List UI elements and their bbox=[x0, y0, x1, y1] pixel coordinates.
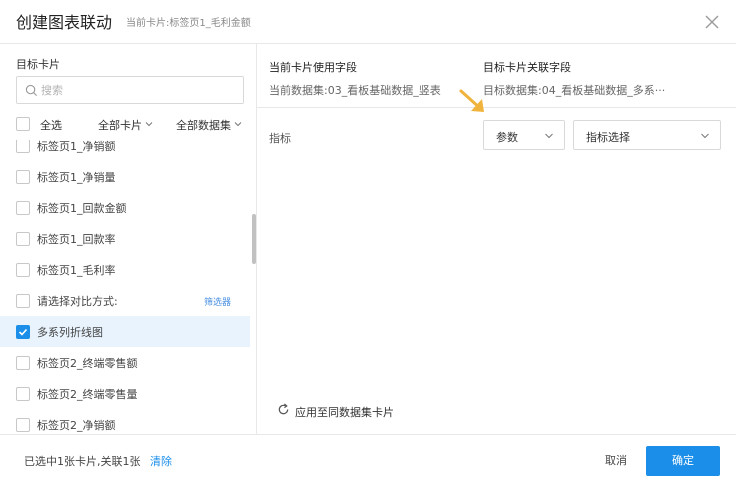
list-item[interactable]: 标签页1_净销额 bbox=[0, 140, 250, 161]
current-dataset-value: 当前数据集:03_看板基础数据_竖表 bbox=[269, 84, 441, 97]
item-checkbox[interactable] bbox=[16, 170, 30, 184]
chevron-down-icon bbox=[701, 133, 709, 139]
item-label: 请选择对比方式: bbox=[37, 295, 118, 308]
check-icon bbox=[18, 328, 28, 336]
list-item[interactable]: 标签页1_毛利率 bbox=[0, 254, 250, 285]
item-checkbox[interactable] bbox=[16, 201, 30, 215]
item-checkbox[interactable] bbox=[16, 387, 30, 401]
create-chart-linkage-dialog: 创建图表联动 当前卡片:标签页1_毛利金额 目标卡片 全选 全部卡片 全部数据集… bbox=[0, 0, 736, 484]
target-card-panel: 目标卡片 全选 全部卡片 全部数据集 标签页1_净销额 标签页1_净销量 bbox=[0, 44, 257, 434]
parameter-select[interactable]: 参数 bbox=[483, 120, 565, 150]
metric-select-value: 指标选择 bbox=[586, 131, 630, 144]
select-all-checkbox[interactable] bbox=[16, 117, 30, 131]
chevron-down-icon bbox=[234, 122, 242, 127]
close-icon[interactable] bbox=[700, 10, 724, 34]
list-item[interactable]: 标签页2_净销额 bbox=[0, 409, 250, 434]
list-item[interactable]: 标签页2_终端零售额 bbox=[0, 347, 250, 378]
search-box bbox=[16, 76, 244, 104]
target-field-header: 目标卡片关联字段 bbox=[483, 61, 571, 74]
cancel-button[interactable]: 取消 bbox=[593, 447, 639, 475]
arrow-icon bbox=[459, 89, 484, 112]
select-all-label: 全选 bbox=[40, 119, 62, 132]
apply-to-same-dataset-label: 应用至同数据集卡片 bbox=[295, 406, 394, 419]
item-label: 标签页1_回款金额 bbox=[37, 202, 127, 215]
item-checkbox[interactable] bbox=[16, 294, 30, 308]
metric-select[interactable]: 指标选择 bbox=[573, 120, 721, 150]
target-dataset-value: 目标数据集:04_看板基础数据_多系··· bbox=[483, 84, 666, 97]
field-mapping-panel: 当前卡片使用字段 当前数据集:03_看板基础数据_竖表 目标卡片关联字段 目标数… bbox=[257, 44, 736, 434]
chevron-down-icon bbox=[545, 133, 553, 139]
item-label: 标签页2_净销额 bbox=[37, 419, 116, 432]
all-datasets-dropdown-label: 全部数据集 bbox=[176, 119, 231, 132]
search-input[interactable] bbox=[41, 81, 237, 99]
target-card-list: 标签页1_净销额 标签页1_净销量 标签页1_回款金额 标签页1_回款率 标签页… bbox=[0, 140, 256, 434]
list-item[interactable]: 标签页1_回款率 bbox=[0, 223, 250, 254]
item-checkbox[interactable] bbox=[16, 356, 30, 370]
parameter-select-value: 参数 bbox=[496, 131, 518, 144]
item-label: 标签页2_终端零售额 bbox=[37, 357, 138, 370]
current-card-subtitle: 当前卡片:标签页1_毛利金额 bbox=[126, 18, 251, 29]
item-checkbox-checked[interactable] bbox=[16, 325, 30, 339]
refresh-icon bbox=[278, 403, 289, 415]
list-item-selected[interactable]: 多系列折线图 bbox=[0, 316, 250, 347]
divider bbox=[257, 107, 736, 108]
filter-row: 全选 全部卡片 全部数据集 bbox=[16, 116, 252, 134]
item-checkbox[interactable] bbox=[16, 140, 30, 153]
all-cards-dropdown-label: 全部卡片 bbox=[98, 119, 142, 132]
list-item[interactable]: 标签页2_终端零售量 bbox=[0, 378, 250, 409]
item-label: 标签页2_终端零售量 bbox=[37, 388, 138, 401]
list-item[interactable]: 标签页1_回款金额 bbox=[0, 192, 250, 223]
search-icon bbox=[25, 84, 38, 97]
selection-summary: 已选中1张卡片,关联1张 bbox=[24, 455, 141, 468]
confirm-button[interactable]: 确定 bbox=[646, 446, 720, 476]
chevron-down-icon bbox=[145, 122, 153, 127]
item-checkbox[interactable] bbox=[16, 418, 30, 432]
all-cards-dropdown[interactable]: 全部卡片 bbox=[98, 117, 153, 133]
all-datasets-dropdown[interactable]: 全部数据集 bbox=[176, 117, 242, 133]
target-card-label: 目标卡片 bbox=[16, 58, 60, 71]
filter-tag: 筛选器 bbox=[204, 298, 232, 308]
item-label: 标签页1_净销量 bbox=[37, 171, 116, 184]
item-label: 多系列折线图 bbox=[37, 326, 103, 339]
dialog-header: 创建图表联动 当前卡片:标签页1_毛利金额 bbox=[0, 0, 736, 44]
dialog-title: 创建图表联动 bbox=[16, 13, 113, 32]
item-label: 标签页1_回款率 bbox=[37, 233, 116, 246]
list-item[interactable]: 标签页1_净销量 bbox=[0, 161, 250, 192]
item-label: 标签页1_毛利率 bbox=[37, 264, 116, 277]
list-scrollbar[interactable] bbox=[252, 214, 256, 264]
item-checkbox[interactable] bbox=[16, 232, 30, 246]
item-checkbox[interactable] bbox=[16, 263, 30, 277]
item-label: 标签页1_净销额 bbox=[37, 140, 116, 153]
current-field-header: 当前卡片使用字段 bbox=[269, 61, 357, 74]
dialog-footer: 已选中1张卡片,关联1张 清除 取消 确定 bbox=[0, 434, 736, 484]
metric-field-label: 指标 bbox=[269, 132, 291, 145]
list-item[interactable]: 请选择对比方式: 筛选器 bbox=[0, 285, 250, 316]
clear-link[interactable]: 清除 bbox=[150, 453, 172, 469]
